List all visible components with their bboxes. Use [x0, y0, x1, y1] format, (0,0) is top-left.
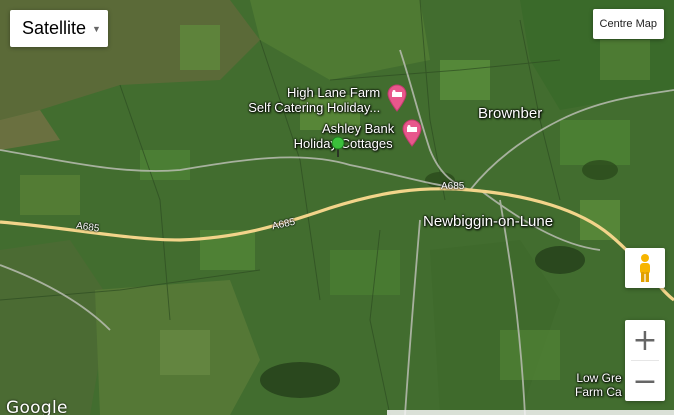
street-view-pegman-button[interactable]	[625, 248, 665, 288]
centre-map-button[interactable]: Centre Map	[592, 9, 664, 39]
lodging-pin-icon[interactable]	[401, 119, 423, 147]
zoom-control: + −	[625, 320, 665, 401]
satellite-imagery	[0, 0, 674, 415]
pegman-icon	[640, 254, 650, 282]
attribution-bar[interactable]	[387, 410, 674, 415]
poi-name: High Lane Farm	[287, 85, 381, 100]
place-label-low-green-farm: Low Gre Farm Ca	[575, 371, 622, 399]
road-label-a685-east: A685	[441, 181, 465, 192]
google-logo: Google	[6, 398, 68, 415]
map-type-dropdown[interactable]: Satellite ▼	[10, 10, 108, 47]
map-canvas[interactable]: A685 A685 A685 High Lane Farm Self Cater…	[0, 0, 674, 415]
location-marker-icon[interactable]	[331, 136, 345, 158]
lodging-pin-icon[interactable]	[386, 84, 408, 112]
poi-subtitle: Self Catering Holiday...	[248, 100, 381, 115]
zoom-in-button[interactable]: +	[625, 320, 665, 360]
poi-label-high-lane-farm[interactable]: High Lane Farm Self Catering Holiday...	[247, 85, 380, 115]
zoom-out-button[interactable]: −	[625, 361, 665, 401]
chevron-down-icon: ▼	[92, 23, 101, 34]
map-type-label: Satellite	[22, 18, 87, 38]
place-label-brownber: Brownber	[478, 105, 543, 122]
poi-name: Ashley Bank	[322, 121, 395, 136]
place-label-newbiggin: Newbiggin-on-Lune	[423, 213, 554, 230]
